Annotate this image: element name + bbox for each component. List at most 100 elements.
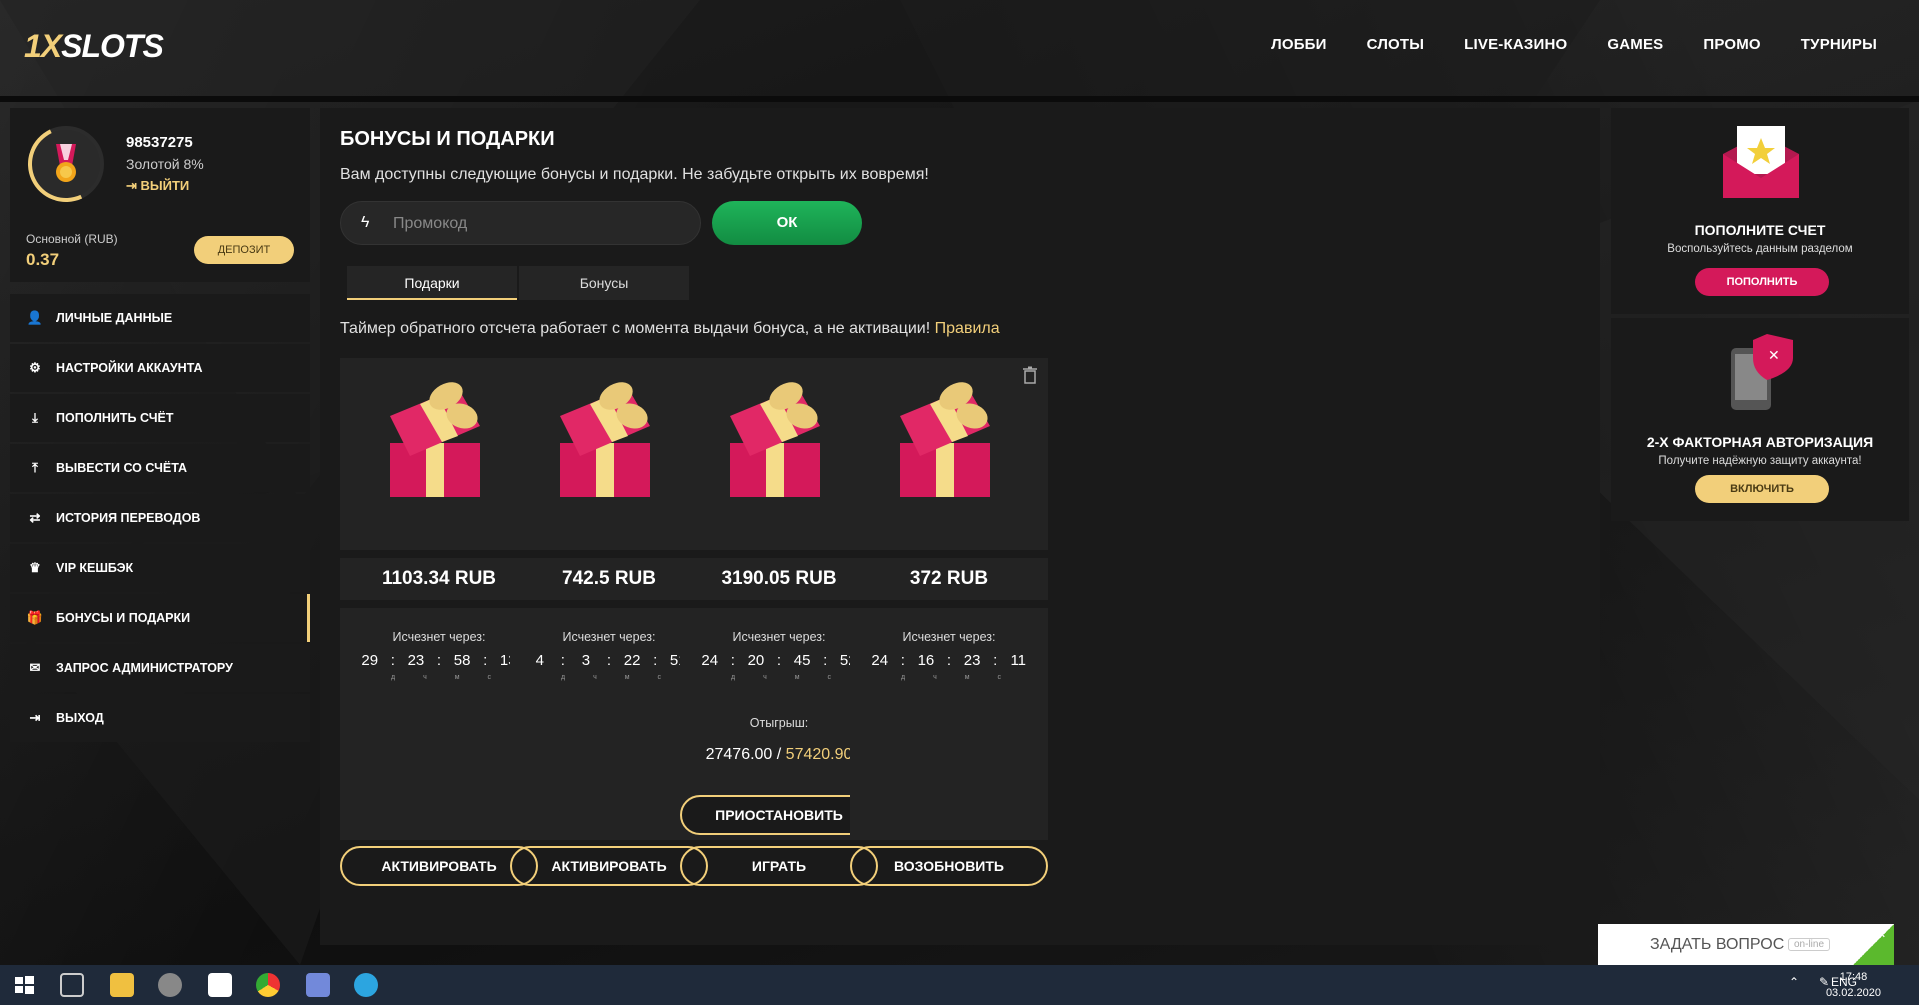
telegram-icon[interactable]	[354, 973, 378, 997]
deposit-button[interactable]: ДЕПОЗИТ	[194, 236, 294, 264]
resume-button[interactable]: ВОЗОБНОВИТЬ	[850, 846, 1048, 886]
svg-text:✕: ✕	[1768, 348, 1780, 364]
nav-live-casino[interactable]: LIVE-КАЗИНО	[1464, 36, 1567, 53]
mail-icon[interactable]	[208, 973, 232, 997]
two-factor-title: 2-Х ФАКТОРНАЯ АВТОРИЗАЦИЯ	[1646, 434, 1874, 450]
envelope-star-icon	[1723, 126, 1799, 198]
logout-link[interactable]: ⇥ ВЫЙТИ	[126, 178, 189, 194]
vanish-label: Исчезнет через:	[732, 630, 826, 644]
promo-input[interactable]	[393, 212, 683, 236]
menu-item-bonuses[interactable]: 🎁 БОНУСЫ И ПОДАРКИ	[10, 594, 310, 642]
page-subtitle: Вам доступны следующие бонусы и подарки.…	[340, 166, 929, 183]
menu-item-transfer-history[interactable]: ⇄ ИСТОРИЯ ПЕРЕВОДОВ	[10, 494, 310, 542]
chat-expand[interactable]: ⌃	[1852, 924, 1894, 966]
tab-bonuses[interactable]: Бонусы	[519, 266, 689, 300]
activate-button[interactable]: АКТИВИРОВАТЬ	[510, 846, 708, 886]
chrome-icon[interactable]	[256, 973, 280, 997]
tabs: Подарки Бонусы	[347, 266, 691, 300]
download-icon: ⤓	[32, 410, 38, 425]
gift-image-box	[340, 358, 538, 550]
nav-lobby[interactable]: ЛОББИ	[1271, 36, 1327, 53]
enable-2fa-button[interactable]: ВКЛЮЧИТЬ	[1695, 475, 1829, 503]
app-icon[interactable]	[158, 973, 182, 997]
gift-amount: 3190.05 RUB	[680, 558, 878, 600]
chevron-up-icon: ⌃	[1874, 932, 1888, 949]
gift-image-box	[680, 358, 878, 550]
gift-icon	[390, 382, 480, 497]
user-id: 98537275	[126, 134, 193, 151]
vanish-label: Исчезнет через:	[392, 630, 486, 644]
gift-info: Исчезнет через: 4:3:22:51 дчмс	[510, 608, 708, 840]
menu-item-admin-request[interactable]: ✉ ЗАПРОС АДМИНИСТРАТОРУ	[10, 644, 310, 692]
gift-amount: 372 RUB	[850, 558, 1048, 600]
exit-icon: ⇥	[126, 178, 141, 193]
upload-icon: ⤒	[32, 460, 38, 475]
nav-slots[interactable]: СЛОТЫ	[1367, 36, 1425, 53]
menu-item-personal-data[interactable]: 👤 ЛИЧНЫЕ ДАННЫЕ	[10, 294, 310, 342]
main-panel: БОНУСЫ И ПОДАРКИ Вам доступны следующие …	[320, 108, 1600, 945]
main-nav: ЛОББИ СЛОТЫ LIVE-КАЗИНО GAMES ПРОМО ТУРН…	[1271, 36, 1877, 53]
menu-item-vip-cashback[interactable]: ♛ VIP КЕШБЭК	[10, 544, 310, 592]
timer-note: Таймер обратного отсчета работает с моме…	[340, 320, 1000, 337]
two-factor-subtitle: Получите надёжную защиту аккаунта!	[1658, 455, 1862, 467]
countdown-units: дчмс	[560, 674, 662, 681]
promo-ok-button[interactable]: ОК	[712, 201, 862, 245]
gift-info: Исчезнет через: 29:23:58:13 дчмс	[340, 608, 538, 840]
chat-widget[interactable]: ЗАДАТЬ ВОПРОС on-line ⌃	[1598, 924, 1894, 966]
deposit-card-title: ПОПОЛНИТЕ СЧЕТ	[1694, 222, 1826, 238]
countdown: 24:16:23:11	[871, 652, 1027, 669]
tab-gifts[interactable]: Подарки	[347, 266, 517, 300]
trash-icon[interactable]	[1022, 366, 1038, 384]
play-button[interactable]: ИГРАТЬ	[680, 846, 878, 886]
menu-item-account-settings[interactable]: ⚙ НАСТРОЙКИ АККАУНТА	[10, 344, 310, 392]
windows-start-icon[interactable]	[12, 973, 36, 997]
discord-icon[interactable]	[306, 973, 330, 997]
vanish-label: Исчезнет через:	[902, 630, 996, 644]
profile-card: 98537275 Золотой 8% ⇥ ВЫЙТИ Основной (RU…	[10, 108, 310, 282]
countdown-units: дчмс	[900, 674, 1002, 681]
logo[interactable]: 1XSLOTS	[24, 28, 164, 65]
menu-item-exit[interactable]: ⇥ ВЫХОД	[10, 694, 310, 742]
clock[interactable]: 17:48 03.02.2020	[1826, 969, 1881, 1001]
transfer-icon: ⇄	[29, 510, 41, 525]
chat-label: ЗАДАТЬ ВОПРОС	[1650, 936, 1785, 953]
wager-label: Отыгрыш:	[749, 716, 809, 730]
os-taskbar: ⌃ ✎ ENG 17:48 03.02.2020	[0, 965, 1919, 1005]
activate-button[interactable]: АКТИВИРОВАТЬ	[340, 846, 538, 886]
gift-icon: 🎁	[26, 610, 44, 625]
settings-icon: ⚙	[29, 360, 41, 375]
envelope-icon: ✉	[29, 660, 41, 675]
menu-item-deposit[interactable]: ⤓ ПОПОЛНИТЬ СЧЁТ	[10, 394, 310, 442]
header: 1XSLOTS ЛОББИ СЛОТЫ LIVE-КАЗИНО GAMES ПР…	[0, 0, 1919, 96]
phone-shield-icon: ✕	[1731, 334, 1793, 410]
task-view-icon[interactable]	[60, 973, 84, 997]
countdown: 24:20:45:52	[701, 652, 857, 669]
file-explorer-icon[interactable]	[110, 973, 134, 997]
page-title: БОНУСЫ И ПОДАРКИ	[340, 128, 555, 150]
exit-icon: ⇥	[29, 710, 41, 725]
pause-button[interactable]: ПРИОСТАНОВИТЬ	[680, 795, 878, 835]
countdown-units: дчмс	[730, 674, 832, 681]
menu-item-withdraw[interactable]: ⤒ ВЫВЕСТИ СО СЧЁТА	[10, 444, 310, 492]
user-level: Золотой 8%	[126, 156, 204, 172]
countdown: 4:3:22:51	[535, 652, 687, 669]
vanish-label: Исчезнет через:	[562, 630, 656, 644]
tray-chevron-icon[interactable]: ⌃	[1789, 975, 1799, 989]
gift-icon	[730, 382, 820, 497]
gift-icon	[560, 382, 650, 497]
header-divider	[0, 96, 1919, 102]
rules-link[interactable]: Правила	[935, 320, 1000, 337]
user-plus-icon: 👤	[26, 310, 44, 325]
topup-button[interactable]: ПОПОЛНИТЬ	[1695, 268, 1829, 296]
nav-promo[interactable]: ПРОМО	[1703, 36, 1760, 53]
deposit-promo-card: ПОПОЛНИТЕ СЧЕТ Воспользуйтесь данным раз…	[1611, 108, 1909, 314]
balance-value: 0.37	[26, 250, 60, 269]
nav-tournaments[interactable]: ТУРНИРЫ	[1801, 36, 1877, 53]
chat-status: on-line	[1788, 938, 1831, 951]
countdown-units: дчмс	[390, 674, 492, 681]
promo-field: ϟ	[340, 201, 701, 245]
account-menu: 👤 ЛИЧНЫЕ ДАННЫЕ ⚙ НАСТРОЙКИ АККАУНТА ⤓ ПОПО…	[10, 294, 310, 744]
gift-amount: 1103.34 RUB	[340, 558, 538, 600]
nav-games[interactable]: GAMES	[1607, 36, 1663, 53]
wager-value: 27476.00 / 57420.90	[705, 746, 853, 763]
